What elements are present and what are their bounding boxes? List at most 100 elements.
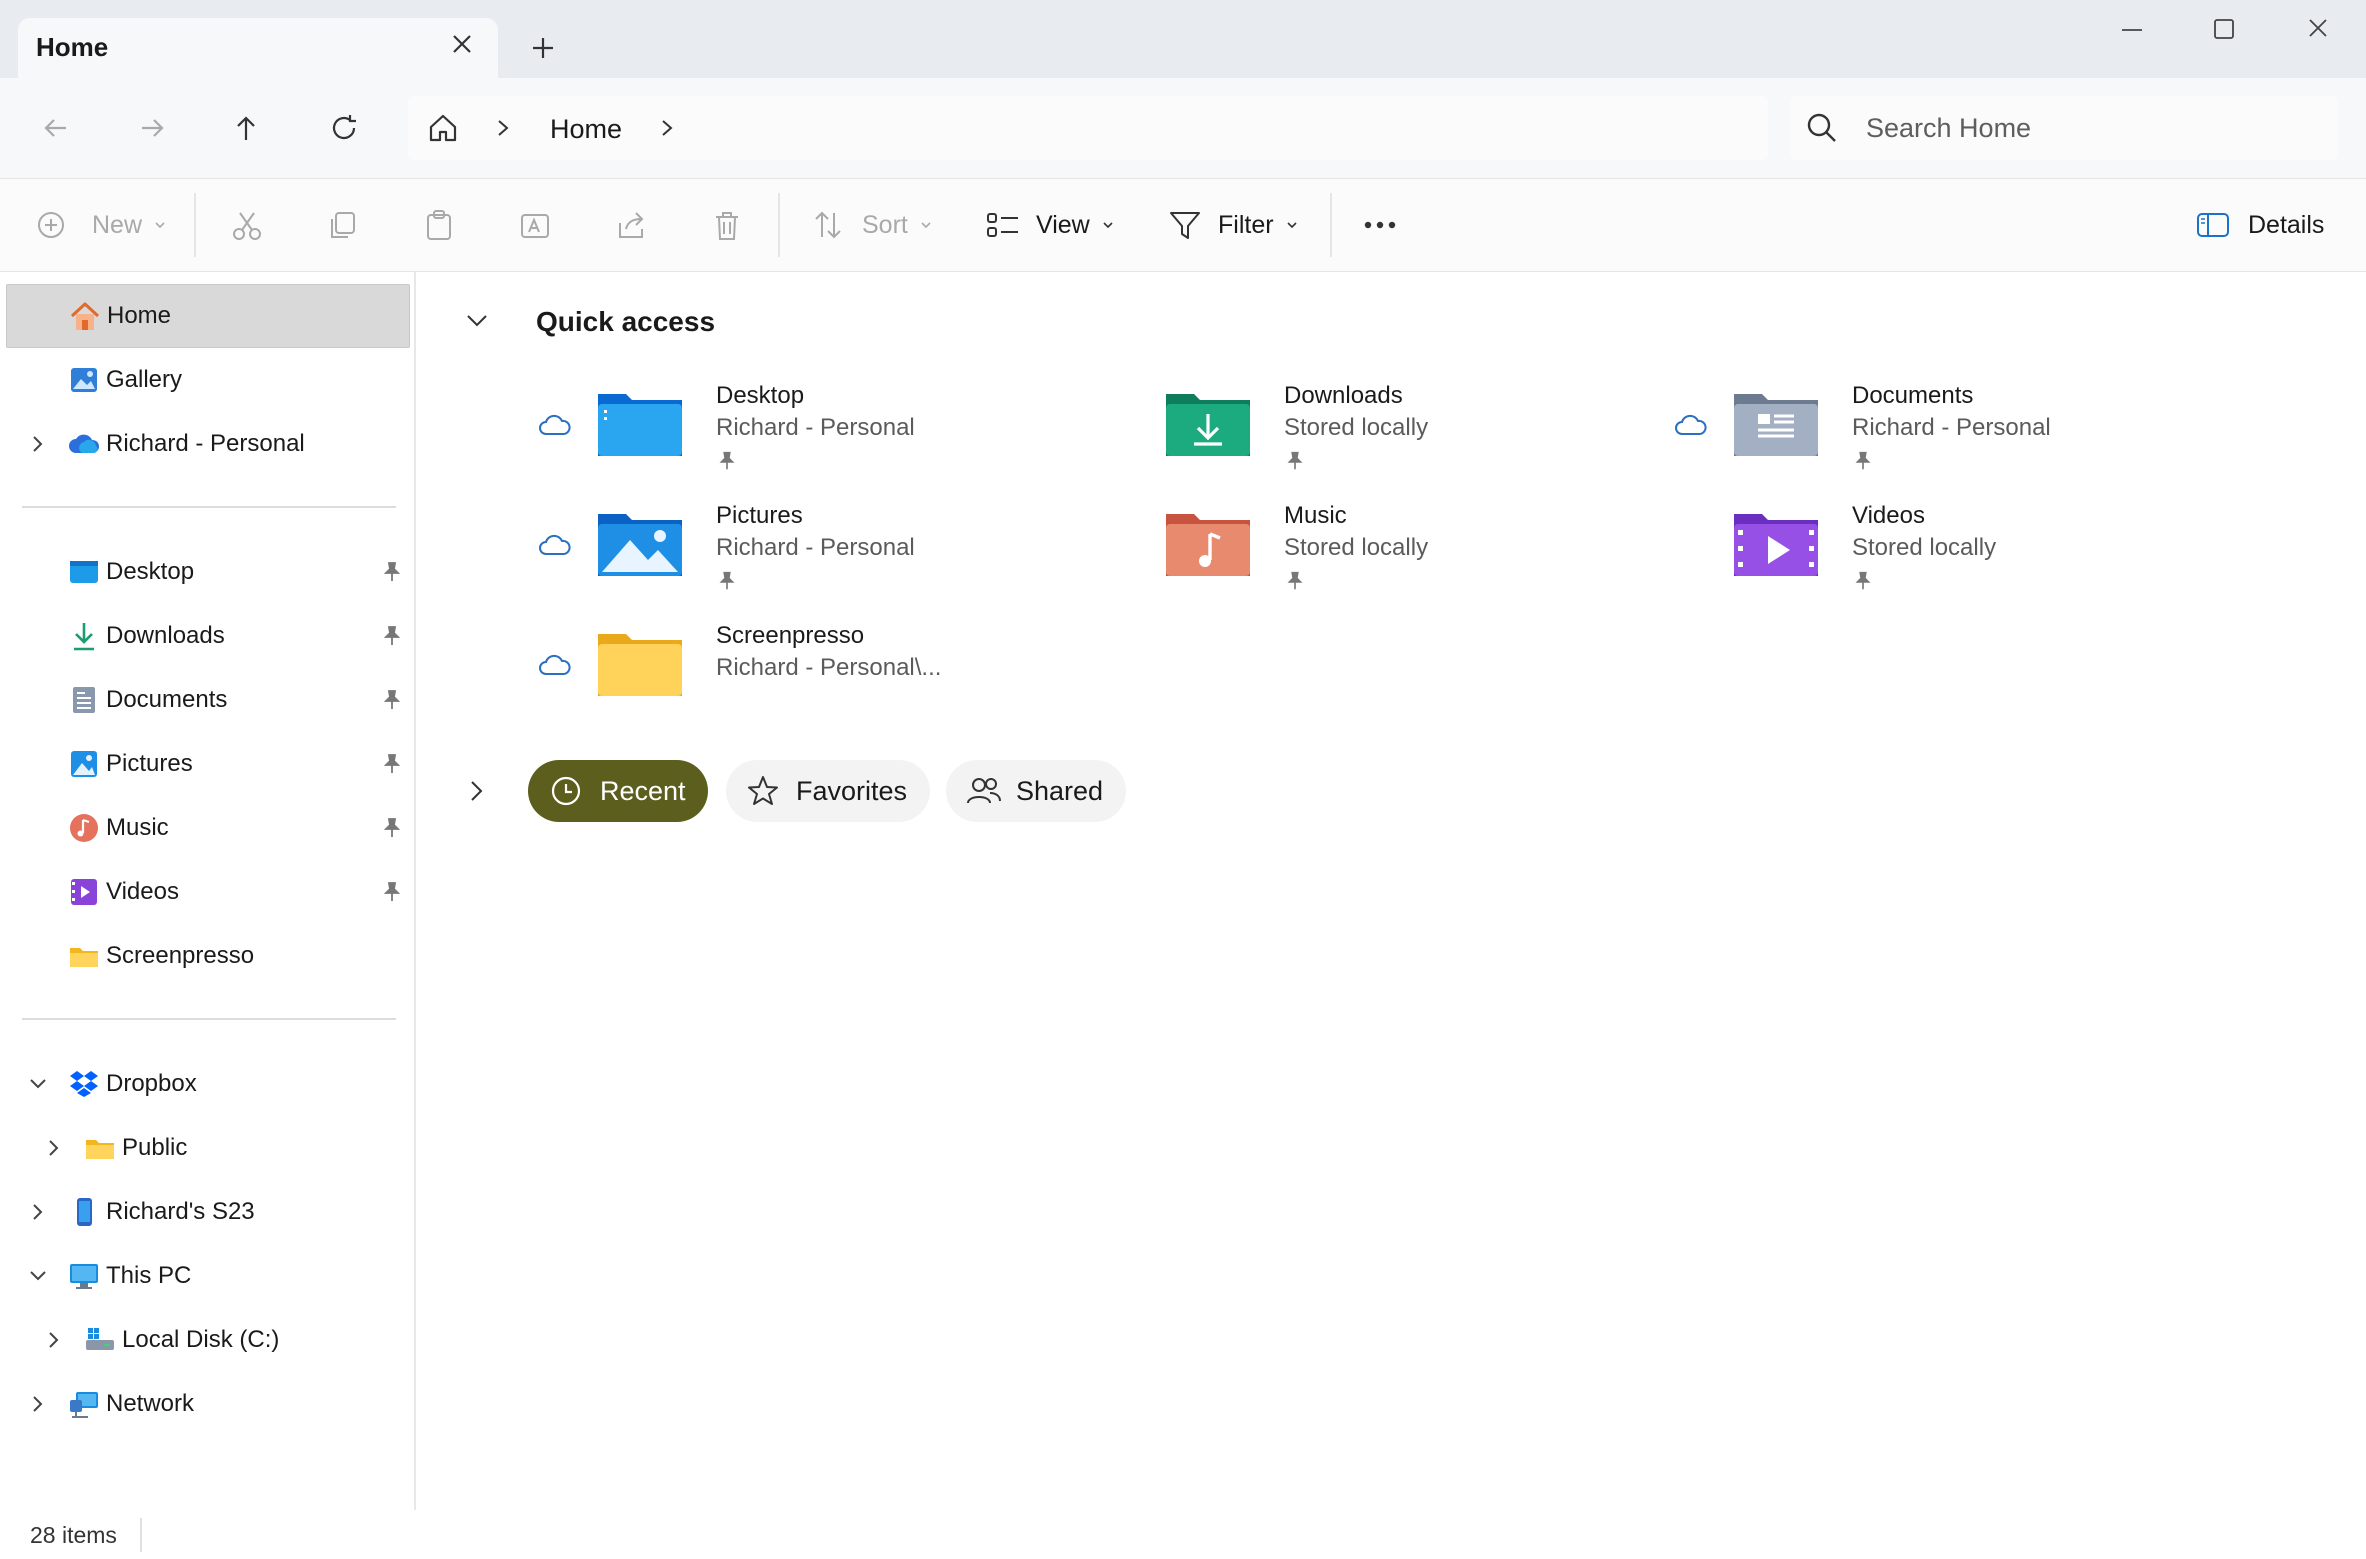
paste-icon[interactable] (422, 209, 456, 243)
sidebar-item-this-pc[interactable]: This PC (0, 1244, 410, 1308)
breadcrumb-chevron-icon[interactable] (492, 116, 514, 140)
sort-label: Sort (862, 210, 908, 239)
item-location: Stored locally (1284, 534, 1429, 561)
music-icon (70, 814, 98, 842)
sidebar-item-pictures[interactable]: Pictures (0, 732, 410, 796)
minimize-icon[interactable] (2102, 10, 2162, 50)
sidebar-item-label: Richard - Personal (106, 430, 305, 457)
sidebar-item-label: Screenpresso (106, 942, 255, 969)
navigation-bar: Home Search Home (0, 78, 2366, 178)
quick-access-item[interactable]: Music Stored locally (1104, 496, 1664, 606)
cloud-icon (539, 534, 571, 555)
home-icon[interactable] (426, 111, 460, 145)
collapse-chevron-icon[interactable] (462, 306, 492, 336)
pin-icon (1855, 571, 1871, 590)
breadcrumb-home[interactable]: Home (550, 114, 622, 145)
pin-icon[interactable] (380, 560, 404, 584)
quick-access-item[interactable]: Pictures Richard - Personal (536, 496, 1096, 606)
sidebar-item-public[interactable]: Public (0, 1116, 410, 1180)
delete-icon[interactable] (710, 209, 744, 243)
sidebar-item-network[interactable]: Network (0, 1372, 410, 1436)
new-button[interactable]: New (36, 201, 168, 249)
back-button[interactable] (30, 102, 82, 154)
sidebar-item-videos[interactable]: Videos (0, 860, 410, 924)
sidebar-divider (22, 506, 396, 508)
tab-home[interactable]: Home (18, 18, 498, 80)
chevron-right-icon[interactable] (26, 1392, 50, 1416)
sidebar-item-downloads[interactable]: Downloads (0, 604, 410, 668)
chevron-right-icon[interactable] (42, 1328, 66, 1352)
sidebar-item-onedrive[interactable]: Richard - Personal (0, 412, 410, 476)
chevron-down-icon[interactable] (26, 1264, 50, 1288)
pin-icon[interactable] (380, 688, 404, 712)
sidebar-item-label: Gallery (106, 366, 183, 393)
view-button[interactable]: View (986, 201, 1116, 249)
sidebar-item-desktop[interactable]: Desktop (0, 540, 410, 604)
chevron-right-icon[interactable] (26, 432, 50, 456)
search-box[interactable]: Search Home (1790, 96, 2338, 160)
item-name: Pictures (716, 502, 803, 529)
separator (194, 193, 196, 257)
pin-icon (719, 571, 735, 590)
sidebar-item-label: Documents (106, 686, 228, 713)
sidebar-item-label: Downloads (106, 622, 225, 649)
sidebar-item-phone[interactable]: Richard's S23 (0, 1180, 410, 1244)
quick-access-item[interactable]: Desktop Richard - Personal (536, 376, 1096, 486)
details-button[interactable]: Details (2196, 201, 2324, 249)
onedrive-cloud-icon (69, 434, 100, 453)
pin-icon[interactable] (380, 624, 404, 648)
sidebar-item-gallery[interactable]: Gallery (0, 348, 410, 412)
search-input[interactable]: Search Home (1866, 113, 2031, 144)
sidebar-item-local-disk[interactable]: Local Disk (C:) (0, 1308, 410, 1372)
chevron-right-icon[interactable] (42, 1136, 66, 1160)
cut-icon[interactable] (230, 209, 264, 243)
item-location: Stored locally (1284, 414, 1429, 441)
title-bar: Home (0, 0, 2366, 80)
filter-button[interactable]: Filter (1168, 201, 1300, 249)
favorites-filter-button[interactable]: Favorites (726, 760, 930, 822)
separator (1330, 193, 1332, 257)
copy-icon[interactable] (326, 209, 360, 243)
chevron-down-icon[interactable] (26, 1072, 50, 1096)
refresh-button[interactable] (318, 102, 370, 154)
clock-icon (551, 776, 581, 806)
up-button[interactable] (220, 102, 272, 154)
quick-access-item[interactable]: Screenpresso Richard - Personal\... (536, 616, 1096, 726)
maximize-icon[interactable] (2194, 10, 2254, 50)
address-bar[interactable]: Home (408, 96, 1768, 160)
sidebar-item-label: Music (106, 814, 169, 841)
recent-filter-button[interactable]: Recent (528, 760, 708, 822)
item-name: Desktop (716, 382, 805, 409)
sidebar-item-dropbox[interactable]: Dropbox (0, 1052, 410, 1116)
more-options-icon[interactable] (1362, 213, 1398, 237)
expand-chevron-icon[interactable] (462, 776, 492, 806)
sidebar-item-documents[interactable]: Documents (0, 668, 410, 732)
view-list-icon (987, 213, 1018, 237)
rename-icon[interactable] (518, 209, 552, 243)
recent-label: Recent (600, 775, 686, 806)
sidebar-item-screenpresso[interactable]: Screenpresso (0, 924, 410, 988)
quick-access-item[interactable]: Videos Stored locally (1672, 496, 2232, 606)
cloud-icon (539, 654, 571, 675)
videos-folder-icon (1734, 514, 1818, 576)
gallery-icon (71, 368, 97, 392)
quick-access-item[interactable]: Documents Richard - Personal (1672, 376, 2232, 486)
forward-button[interactable] (126, 102, 178, 154)
new-tab-icon[interactable] (523, 28, 563, 68)
pin-icon[interactable] (380, 752, 404, 776)
pin-icon[interactable] (380, 880, 404, 904)
breadcrumb-chevron-icon[interactable] (656, 116, 678, 140)
sidebar-item-home[interactable]: Home (6, 284, 410, 348)
pin-icon[interactable] (380, 816, 404, 840)
shared-filter-button[interactable]: Shared (946, 760, 1126, 822)
close-tab-icon[interactable] (444, 26, 480, 62)
people-icon (967, 778, 1001, 804)
sort-button[interactable]: Sort (812, 201, 934, 249)
quick-access-item[interactable]: Downloads Stored locally (1104, 376, 1664, 486)
item-name: Videos (1852, 502, 1925, 529)
chevron-down-icon (1103, 222, 1113, 229)
chevron-right-icon[interactable] (26, 1200, 50, 1224)
sidebar-item-music[interactable]: Music (0, 796, 410, 860)
share-icon[interactable] (614, 209, 648, 243)
close-window-icon[interactable] (2288, 10, 2348, 50)
